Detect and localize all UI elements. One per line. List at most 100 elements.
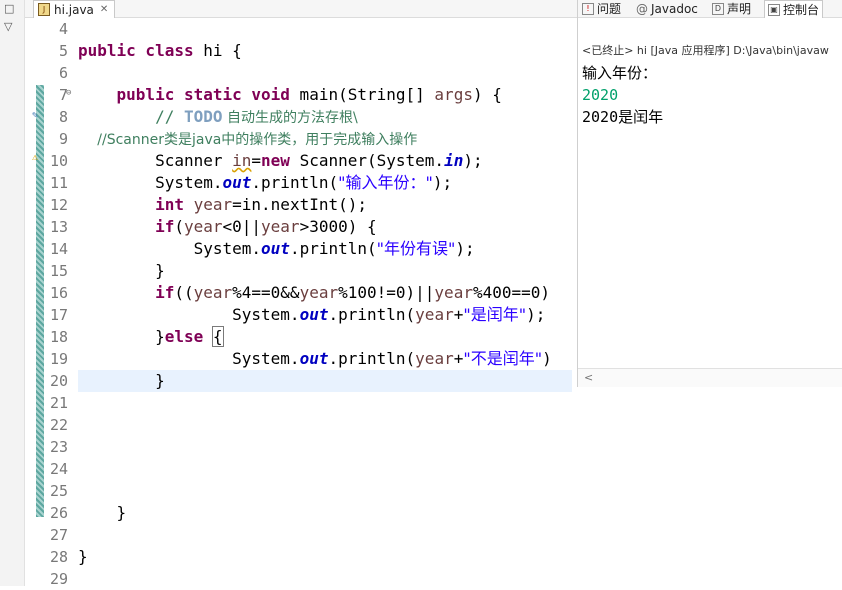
code-text: );	[455, 239, 475, 258]
task-marker-icon[interactable]: ✎	[32, 110, 38, 121]
variable: year	[415, 305, 454, 324]
code-text: %100!=0)||	[338, 283, 435, 302]
line-number: 13	[49, 218, 68, 236]
code-line[interactable]: }	[78, 546, 578, 568]
code-line[interactable]: }else {	[78, 326, 578, 348]
code-line[interactable]	[78, 568, 578, 590]
code-line[interactable]: }	[78, 502, 578, 524]
tab-label: 声明	[727, 1, 752, 16]
code-line[interactable]	[78, 458, 578, 480]
code-line[interactable]: int year=in.nextInt();	[78, 194, 578, 216]
code-line[interactable]: public static void main(String[] args) {	[78, 84, 578, 106]
console-horizontal-scrollbar[interactable]: <	[578, 368, 842, 387]
line-number: 28	[49, 548, 68, 566]
keyword: new	[261, 151, 290, 170]
code-line[interactable]	[78, 480, 578, 502]
line-number: 8	[58, 108, 68, 126]
static-field: out	[261, 239, 290, 258]
line-number: 12	[49, 196, 68, 214]
code-editor[interactable]: public class hi { public static void mai…	[78, 18, 578, 590]
code-text: }	[78, 547, 88, 566]
javadoc-icon: @	[636, 1, 648, 16]
code-line[interactable]: }	[78, 260, 578, 282]
line-number: 26	[49, 504, 68, 522]
line-number: 23	[49, 438, 68, 456]
code-text: System.	[232, 349, 300, 368]
code-line[interactable]	[78, 414, 578, 436]
code-line[interactable]: System.out.println(year+"是闰年");	[78, 304, 578, 326]
code-line[interactable]: if((year%4==0&&year%100!=0)||year%400==0…	[78, 282, 578, 304]
view-menu-icon[interactable]: ▽	[4, 20, 12, 33]
console-output[interactable]: 输入年份： 2020 2020是闰年	[582, 62, 663, 128]
line-number: 14	[49, 240, 68, 258]
code-text: ((	[174, 283, 194, 302]
tab-problems[interactable]: ! 问题	[582, 0, 621, 17]
line-number: 11	[49, 174, 68, 192]
warning-marker-icon[interactable]: ⚠	[32, 152, 38, 163]
code-line[interactable]	[78, 392, 578, 414]
close-icon[interactable]: ✕	[100, 4, 108, 15]
left-trim-bar: □ ▽	[0, 0, 25, 586]
string-literal: "不是闰年"	[463, 349, 543, 368]
code-line[interactable]: public class hi {	[78, 40, 578, 62]
code-text: }	[155, 371, 165, 390]
code-text: +	[453, 349, 464, 368]
string-literal: "年份有误"	[376, 239, 456, 258]
code-text: =	[251, 151, 262, 170]
code-text: (	[174, 217, 184, 236]
code-line[interactable]: }	[78, 370, 578, 392]
code-line[interactable]: Scanner in=new Scanner(System.in);	[78, 150, 578, 172]
code-text: }	[155, 327, 165, 346]
code-line[interactable]	[78, 436, 578, 458]
line-number: 21	[49, 394, 68, 412]
code-text: hi {	[193, 41, 242, 60]
tab-declaration[interactable]: D 声明	[712, 0, 751, 17]
code-line[interactable]: System.out.println(year+"不是闰年")	[78, 348, 578, 370]
code-line[interactable]: System.out.println("年份有误");	[78, 238, 578, 260]
tab-javadoc[interactable]: @ Javadoc	[636, 0, 698, 17]
code-text: .println(	[328, 349, 416, 368]
code-text: .println(	[328, 305, 416, 324]
quick-diff-change-bar	[36, 85, 44, 517]
editor-tab-hi-java[interactable]: J hi.java ✕	[33, 0, 116, 18]
line-number: 17	[49, 306, 68, 324]
code-line[interactable]: //Scanner类是java中的操作类，用于完成输入操作	[78, 128, 578, 150]
code-line[interactable]	[78, 18, 578, 40]
console-icon: ▣	[768, 3, 780, 16]
keyword: if	[155, 217, 175, 236]
line-number: 27	[49, 526, 68, 544]
variable: year	[415, 349, 454, 368]
code-text: %400==0)	[472, 283, 551, 302]
line-number: 4	[58, 20, 68, 38]
console-view: ! 问题 @ Javadoc D 声明 ▣ 控制台 <已终止> hi [Java…	[577, 0, 842, 387]
code-text: );	[526, 305, 546, 324]
static-field: out	[299, 349, 329, 368]
code-line[interactable]	[78, 62, 578, 84]
line-number: 22	[49, 416, 68, 434]
tab-label: 问题	[597, 1, 622, 16]
line-number: 15	[49, 262, 68, 280]
comment: 自动生成的方法存根\	[222, 110, 358, 126]
line-number: 19	[49, 350, 68, 368]
tab-console[interactable]: ▣ 控制台	[764, 0, 824, 18]
restore-icon[interactable]: □	[4, 2, 14, 15]
code-text: +	[453, 305, 464, 324]
scroll-left-icon[interactable]: <	[584, 371, 593, 384]
static-field: out	[222, 173, 252, 192]
code-line[interactable]: if(year<0||year>3000) {	[78, 216, 578, 238]
line-number: 9	[58, 130, 68, 148]
code-text: <0||	[222, 217, 262, 236]
todo-tag: TODO	[183, 107, 223, 126]
code-line[interactable]: // TODO 自动生成的方法存根\	[78, 106, 578, 128]
line-number: 6	[58, 64, 68, 82]
code-text: ) {	[472, 85, 502, 104]
code-text: %4==0&&	[232, 283, 300, 302]
string-literal: "输入年份："	[338, 173, 433, 192]
keyword: public class	[78, 41, 194, 60]
code-line[interactable]	[78, 524, 578, 546]
code-text: System.	[193, 239, 262, 258]
java-file-icon: J	[38, 3, 50, 16]
code-line[interactable]: System.out.println("输入年份：");	[78, 172, 578, 194]
